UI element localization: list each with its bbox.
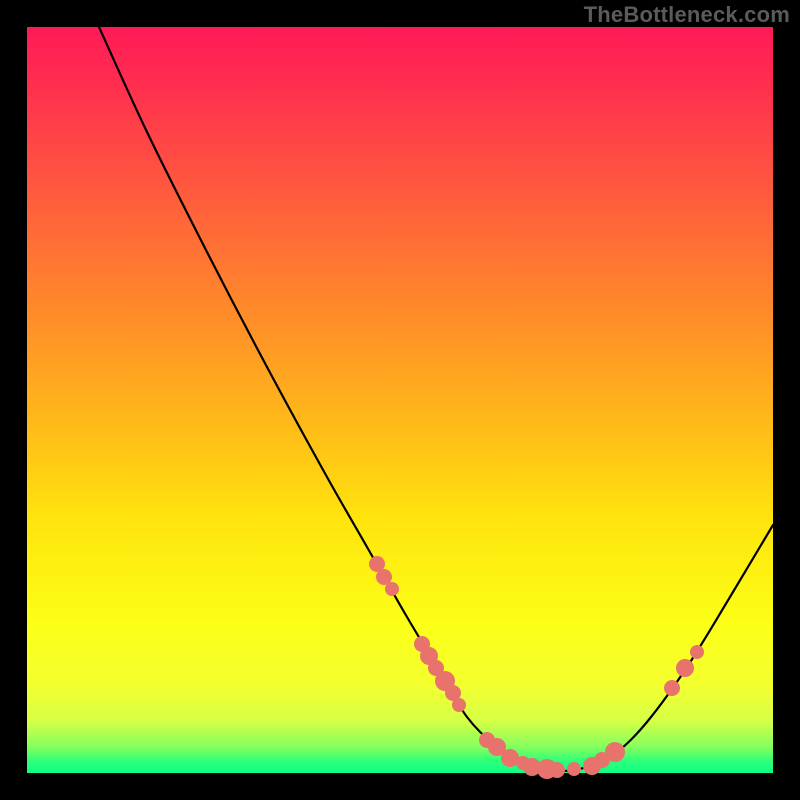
curve-marker [549, 762, 565, 778]
plot-area [27, 27, 773, 773]
chart-frame: TheBottleneck.com [0, 0, 800, 800]
curve-svg [27, 27, 773, 773]
curve-marker [690, 645, 704, 659]
curve-markers [369, 556, 704, 779]
curve-marker [567, 762, 581, 776]
curve-marker [385, 582, 399, 596]
curve-marker [676, 659, 694, 677]
curve-marker [664, 680, 680, 696]
curve-marker [452, 698, 466, 712]
curve-marker [605, 742, 625, 762]
watermark-text: TheBottleneck.com [584, 2, 790, 28]
